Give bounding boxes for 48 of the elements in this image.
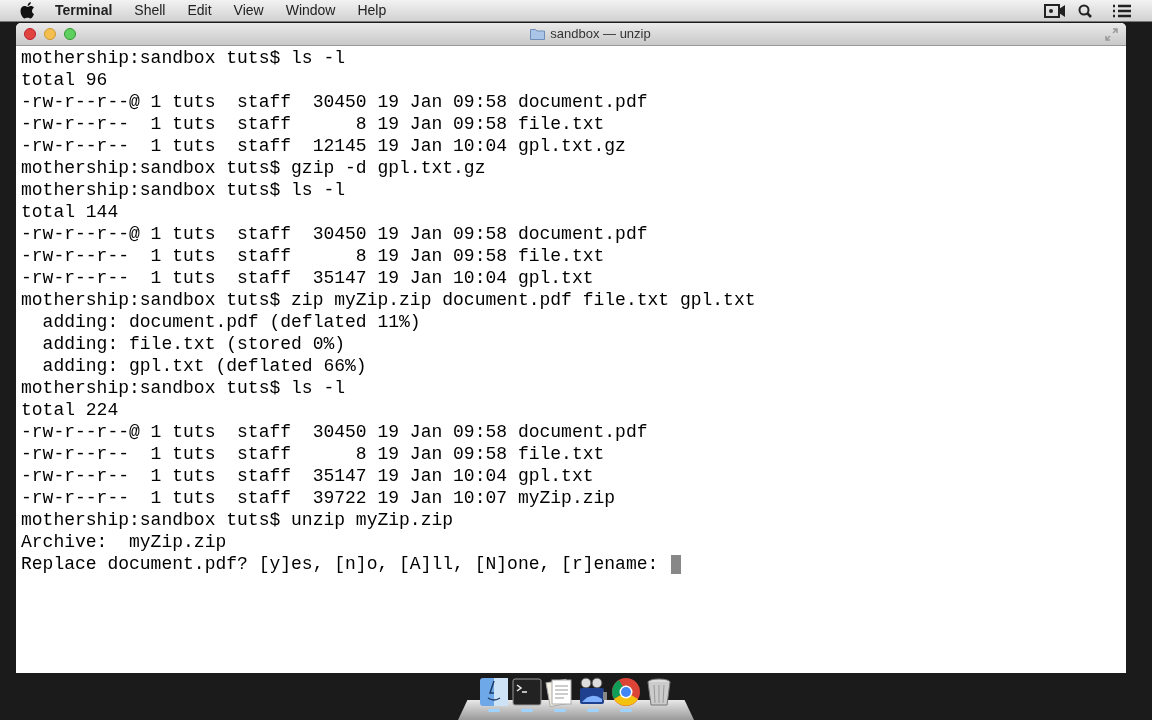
list-icon[interactable] (1112, 3, 1132, 18)
menu-item[interactable]: Help (357, 0, 387, 21)
terminal-line: adding: document.pdf (deflated 11%) (41, 311, 421, 333)
search-icon[interactable] (1078, 3, 1092, 18)
terminal-line: mothership:sandbox tuts$ zip myZip.zip document.pdf file.txt gpl.txt (21, 289, 756, 311)
terminal-line: -rw-r--r-- 1 tuts staff 8 19 Jan 09:58 file.txt (21, 245, 605, 267)
terminal-line: -rw-r--r--@ 1 tuts staff 30450 19 Jan 09:58 document.pdf (21, 421, 648, 443)
terminal-line: -rw-r--r-- 1 tuts staff 8 19 Jan 09:58 file.txt (21, 113, 605, 135)
menu-item[interactable]: Terminal (55, 0, 113, 21)
running-indicator (487, 709, 500, 712)
terminal-line: mothership:sandbox tuts$ ls -l (21, 179, 346, 201)
close-button[interactable] (24, 28, 36, 40)
terminal-line: -rw-r--r--@ 1 tuts staff 30450 19 Jan 09:58 document.pdf (21, 223, 648, 245)
movie-icon[interactable] (577, 677, 608, 707)
finder-icon[interactable] (478, 677, 509, 707)
terminal-line: mothership:sandbox tuts$ gzip -d gpl.txt.gz (21, 157, 486, 179)
running-indicator (586, 709, 599, 712)
terminal-line: -rw-r--r-- 1 tuts staff 12145 19 Jan 10:04 gpl.txt.gz (21, 135, 626, 157)
running-indicator (520, 709, 533, 712)
terminal-line: total 96 (21, 69, 108, 91)
video-camera-icon[interactable] (1044, 3, 1066, 18)
menu-item[interactable]: View (233, 0, 264, 21)
terminal-line: -rw-r--r-- 1 tuts staff 39722 19 Jan 10:07 myZip.zip (21, 487, 616, 509)
terminal-line: total 224 (21, 399, 119, 421)
terminal-line: -rw-r--r-- 1 tuts staff 35147 19 Jan 10:04 gpl.txt (21, 267, 594, 289)
terminal-line: Archive: myZip.zip (21, 531, 227, 553)
terminal-line: mothership:sandbox tuts$ ls -l (21, 377, 346, 399)
menu-item[interactable]: Shell (134, 0, 166, 21)
terminal-line: Replace document.pdf? [y]es, [n]o, [A]ll, [N]one, [r]ename: (21, 553, 660, 575)
apple-logo-icon[interactable] (20, 2, 35, 19)
window-title: sandbox — unzip (550, 25, 651, 44)
document-icon[interactable] (544, 677, 575, 707)
menu-item[interactable]: Edit (187, 0, 212, 21)
terminal-line: -rw-r--r-- 1 tuts staff 8 19 Jan 09:58 file.txt (21, 443, 605, 465)
running-indicator (619, 709, 632, 712)
terminal-line: mothership:sandbox tuts$ unzip myZip.zip (21, 509, 454, 531)
terminal-line: adding: file.txt (stored 0%) (41, 333, 346, 355)
terminal-line: adding: gpl.txt (deflated 66%) (41, 355, 367, 377)
terminal-line: total 144 (21, 201, 119, 223)
zoom-button[interactable] (64, 28, 76, 40)
running-indicator (553, 709, 566, 712)
browser-icon[interactable] (610, 677, 641, 707)
menu-item[interactable]: Window (285, 0, 336, 21)
terminal-line: -rw-r--r--@ 1 tuts staff 30450 19 Jan 09:58 document.pdf (21, 91, 648, 113)
terminal-line: -rw-r--r-- 1 tuts staff 35147 19 Jan 10:04 gpl.txt (21, 465, 594, 487)
terminal-line: mothership:sandbox tuts$ ls -l (21, 47, 346, 69)
folder-icon (530, 28, 546, 40)
terminal-icon[interactable] (511, 677, 542, 707)
